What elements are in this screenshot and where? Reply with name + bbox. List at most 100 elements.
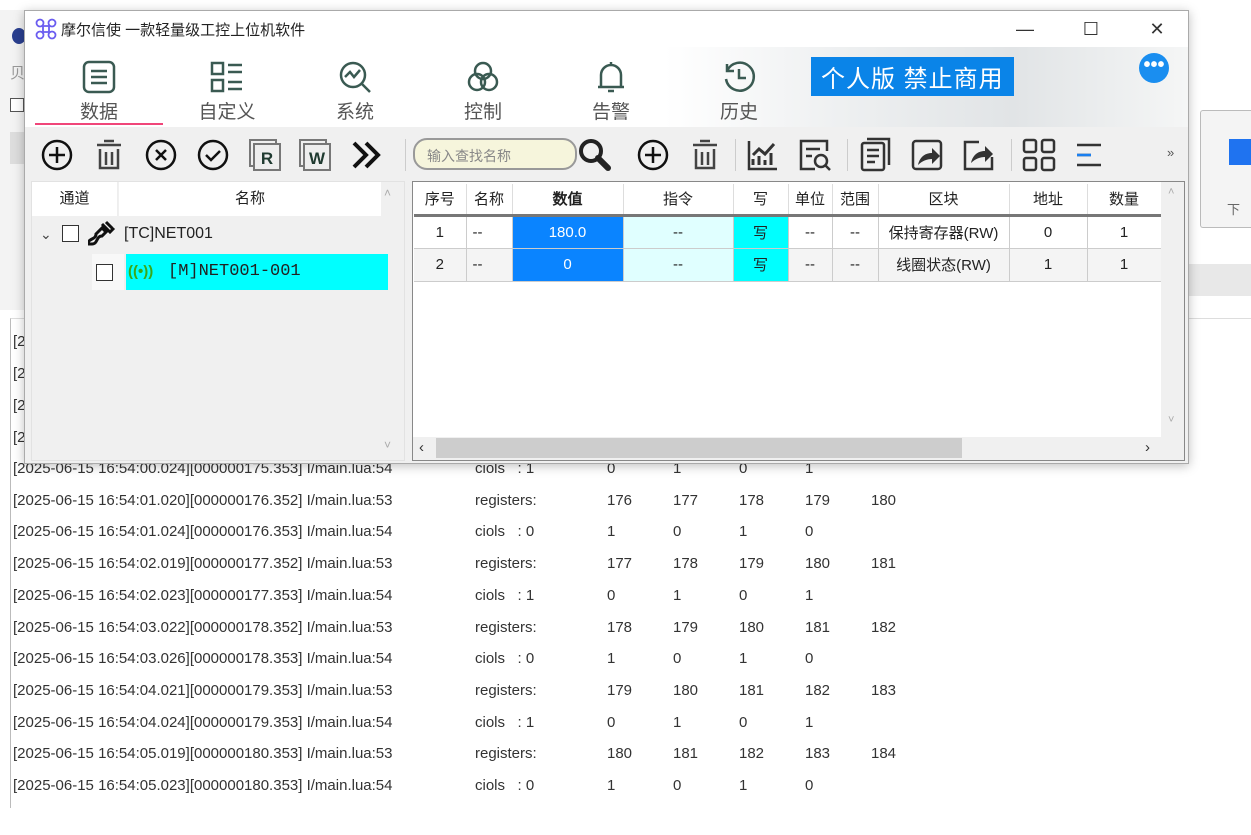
main-window: 摩尔信使 一款轻量级工控上位机软件 — ☐ ✕ 数据 自定义 系统 控制 告警 … bbox=[24, 10, 1189, 464]
read-icon[interactable]: R bbox=[247, 137, 283, 173]
log-value: 1 bbox=[607, 650, 616, 668]
table-cell: -- bbox=[788, 215, 833, 249]
nav-control[interactable]: 控制 bbox=[433, 59, 533, 124]
tree-item-device[interactable]: ((•)) [M]NET001-001 bbox=[126, 254, 388, 290]
tree-item-channel[interactable]: ⌄ [TC]NET001 bbox=[32, 216, 381, 252]
chart-search-icon bbox=[339, 61, 371, 93]
tree-header-name[interactable]: 名称 bbox=[119, 182, 381, 216]
nav-label: 历史 bbox=[719, 102, 758, 123]
nav-custom[interactable]: 自定义 bbox=[177, 59, 277, 124]
double-chevron-right-icon[interactable] bbox=[349, 137, 385, 173]
edition-banner: 个人版 禁止商用 bbox=[811, 57, 1014, 96]
download-button[interactable]: 下 bbox=[1200, 110, 1251, 228]
nav-label: 数据 bbox=[79, 102, 118, 123]
background-toolbar-band bbox=[1189, 264, 1251, 296]
log-value: 177 bbox=[673, 491, 699, 509]
table-cell: 2 bbox=[414, 248, 467, 282]
table-cell[interactable]: 写 bbox=[733, 215, 789, 249]
nav-bar: 数据 自定义 系统 控制 告警 历史 个人版 禁止商用 ••• bbox=[25, 47, 1188, 127]
add-row-icon[interactable] bbox=[635, 137, 671, 173]
log-value: 0 bbox=[805, 777, 814, 794]
write-icon[interactable]: W bbox=[297, 137, 333, 173]
log-key: ciols : 1 bbox=[475, 586, 535, 604]
delete-row-icon[interactable] bbox=[687, 137, 723, 173]
delete-icon[interactable] bbox=[91, 137, 127, 173]
log-value: 180 bbox=[871, 491, 897, 509]
vertical-scrollbar[interactable]: ˄ ˅ bbox=[1161, 182, 1184, 437]
column-header[interactable]: 数值 bbox=[512, 184, 624, 217]
log-value: 182 bbox=[871, 618, 897, 636]
column-header[interactable]: 序号 bbox=[414, 184, 467, 217]
log-value: 1 bbox=[739, 523, 748, 541]
layout-icon bbox=[210, 61, 242, 93]
nav-alarm[interactable]: 告警 bbox=[561, 59, 661, 124]
search-input[interactable]: 输入查找名称 bbox=[413, 138, 577, 170]
nav-history[interactable]: 历史 bbox=[689, 59, 789, 124]
scroll-up-icon[interactable]: ˄ bbox=[1168, 186, 1174, 198]
add-icon[interactable] bbox=[39, 137, 75, 173]
import-icon[interactable] bbox=[909, 137, 945, 173]
column-header[interactable]: 指令 bbox=[623, 184, 734, 217]
column-header[interactable]: 写 bbox=[733, 184, 789, 217]
log-key: registers: bbox=[475, 745, 537, 763]
scroll-right-icon[interactable]: › bbox=[1145, 439, 1150, 456]
horizontal-scrollbar[interactable]: ‹ › bbox=[413, 437, 1184, 460]
nav-data[interactable]: 数据 bbox=[49, 59, 149, 124]
svg-text:W: W bbox=[309, 149, 326, 168]
scroll-down-icon[interactable]: ˅ bbox=[384, 438, 391, 452]
minimize-button[interactable]: — bbox=[1005, 15, 1045, 43]
column-header[interactable]: 范围 bbox=[832, 184, 879, 217]
log-value: 178 bbox=[673, 555, 699, 573]
channel-checkbox[interactable] bbox=[62, 225, 79, 242]
table-cell: 保持寄存器(RW) bbox=[878, 215, 1010, 249]
table-cell[interactable]: 0 bbox=[512, 248, 624, 282]
more-button[interactable]: ••• bbox=[1139, 53, 1169, 83]
channel-tree: 通道 名称 ˄ ˅ ⌄ [TC]NET001 ((•)) [M]NET001-0… bbox=[31, 181, 405, 461]
grid-view-icon[interactable] bbox=[1021, 137, 1057, 173]
log-value: 177 bbox=[607, 555, 633, 573]
document-icon[interactable] bbox=[857, 137, 893, 173]
log-value: 0 bbox=[673, 650, 682, 668]
table-cell[interactable]: 写 bbox=[733, 248, 789, 282]
table-cell[interactable]: 180.0 bbox=[512, 215, 624, 249]
maximize-button[interactable]: ☐ bbox=[1071, 15, 1111, 43]
log-value: 180 bbox=[673, 681, 699, 699]
signal-icon: ((•)) bbox=[128, 263, 154, 280]
table-row[interactable]: 2 -- 0 -- 写 -- -- 线圈状态(RW) 1 1 bbox=[414, 248, 1162, 282]
background-checkbox[interactable] bbox=[10, 98, 24, 112]
chart-icon[interactable] bbox=[745, 137, 781, 173]
column-header[interactable]: 地址 bbox=[1009, 184, 1088, 217]
scroll-up-icon[interactable]: ˄ bbox=[384, 186, 391, 200]
nav-system[interactable]: 系统 bbox=[305, 59, 405, 124]
tree-header-channel[interactable]: 通道 bbox=[32, 182, 118, 216]
column-header[interactable]: 数量 bbox=[1087, 184, 1162, 217]
scroll-down-icon[interactable]: ˅ bbox=[1168, 414, 1174, 426]
column-header[interactable]: 区块 bbox=[878, 184, 1010, 217]
list-view-icon[interactable] bbox=[1073, 137, 1109, 173]
data-table: 序号 名称 数值 指令写单位 范围 区块 地址 数量 1 -- 180.0 -- 写 -- -- 保持寄存器… bbox=[412, 181, 1185, 461]
list-icon bbox=[82, 60, 116, 94]
table-cell: -- bbox=[466, 248, 513, 282]
background-search[interactable] bbox=[10, 132, 24, 164]
log-prefix: [2025-06-15 16:54:04.021][000000179.353]… bbox=[13, 681, 393, 699]
confirm-icon[interactable] bbox=[195, 137, 231, 173]
overflow-chevron-icon[interactable]: » bbox=[1167, 145, 1174, 160]
cancel-icon[interactable] bbox=[143, 137, 179, 173]
scroll-left-icon[interactable]: ‹ bbox=[419, 439, 424, 456]
scrollbar-thumb[interactable] bbox=[436, 438, 962, 458]
download-icon bbox=[1229, 139, 1251, 165]
column-header[interactable]: 名称 bbox=[466, 184, 513, 217]
table-row[interactable]: 1 -- 180.0 -- 写 -- -- 保持寄存器(RW) 0 1 bbox=[414, 215, 1162, 249]
log-value: 180 bbox=[739, 618, 765, 636]
nav-label: 自定义 bbox=[198, 102, 256, 123]
log-value: 0 bbox=[805, 523, 814, 541]
close-button[interactable]: ✕ bbox=[1137, 15, 1177, 43]
nav-label: 控制 bbox=[463, 102, 502, 123]
search-icon[interactable] bbox=[577, 137, 613, 173]
column-header[interactable]: 单位 bbox=[788, 184, 833, 217]
inspect-icon[interactable] bbox=[797, 137, 833, 173]
device-checkbox[interactable] bbox=[96, 264, 113, 281]
export-icon[interactable] bbox=[961, 137, 997, 173]
chevron-down-icon[interactable]: ⌄ bbox=[40, 216, 52, 252]
table-cell: -- bbox=[832, 248, 879, 282]
